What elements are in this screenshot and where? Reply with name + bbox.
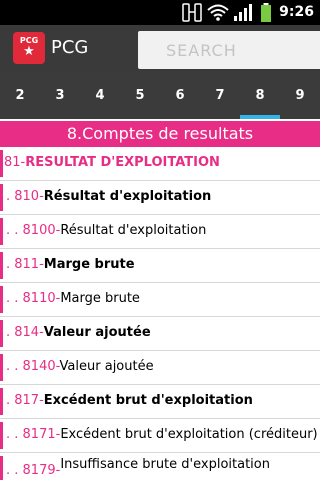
- tab-5[interactable]: 5: [120, 71, 160, 119]
- tab-3[interactable]: 3: [40, 71, 80, 119]
- account-title: RESULTAT D'EXPLOITATION: [25, 155, 220, 170]
- tab-4[interactable]: 4: [80, 71, 120, 119]
- account-title: Excédent brut d'exploitation: [43, 393, 253, 408]
- signal-icon: [234, 4, 252, 21]
- tab-2[interactable]: 2: [0, 71, 40, 119]
- account-prefix: . .: [6, 463, 23, 478]
- class-tabs: 2 3 4 5 6 7 8 9: [0, 71, 320, 119]
- list-item[interactable]: . 817-Excédent brut d'exploitation: [0, 385, 320, 419]
- list-item-text: . . 8171-Excédent brut d'exploitation (c…: [6, 427, 318, 442]
- list-item-text: . . 8110-Marge brute: [6, 291, 140, 306]
- account-code: 8171-: [22, 427, 61, 442]
- account-prefix: . .: [6, 427, 23, 442]
- account-code: 817-: [14, 393, 44, 408]
- battery-icon: [261, 3, 271, 22]
- status-bar: 9:26: [0, 0, 320, 25]
- list-item[interactable]: . . 8140-Valeur ajoutée: [0, 351, 320, 385]
- tab-8[interactable]: 8: [240, 71, 280, 119]
- search-input[interactable]: [138, 31, 320, 69]
- account-code: 810-: [14, 189, 44, 204]
- account-code: 814-: [14, 325, 44, 340]
- list-item-text: . 810-Résultat d'exploitation: [6, 189, 211, 204]
- list-item-text: . 811-Marge brute: [6, 257, 135, 272]
- account-prefix: . .: [6, 359, 23, 374]
- app-logo[interactable]: PCG ★: [13, 32, 45, 64]
- account-title: Insuffisance brute d'exploitation: [60, 457, 270, 472]
- status-clock: 9:26: [279, 4, 314, 20]
- tab-7[interactable]: 7: [200, 71, 240, 119]
- list-item-text: 81-RESULTAT D'EXPLOITATION: [4, 155, 220, 170]
- list-item[interactable]: 81-RESULTAT D'EXPLOITATION: [0, 147, 320, 181]
- account-title: Marge brute: [60, 291, 140, 306]
- list-item-text: . . 8140-Valeur ajoutée: [6, 359, 154, 374]
- account-title: Valeur ajoutée: [59, 359, 154, 374]
- list-item-text: . . 8179-Insuffisance brute d'exploitati…: [6, 457, 270, 478]
- account-code: 8110-: [22, 291, 61, 306]
- account-code: 81-: [4, 155, 26, 170]
- list-item[interactable]: . 814-Valeur ajoutée: [0, 317, 320, 351]
- tab-9[interactable]: 9: [280, 71, 320, 119]
- list-item[interactable]: . 810-Résultat d'exploitation: [0, 181, 320, 215]
- list-item-text: . 817-Excédent brut d'exploitation: [6, 393, 253, 408]
- section-title: 8.Comptes de resultats: [0, 121, 320, 147]
- list-item-text: . . 8100-Résultat d'exploitation: [6, 223, 206, 238]
- account-code: 8179-: [22, 463, 61, 478]
- app-title: PCG: [51, 37, 89, 58]
- star-icon: ★: [23, 44, 35, 59]
- list-item[interactable]: . . 8171-Excédent brut d'exploitation (c…: [0, 419, 320, 453]
- list-item-text: . 814-Valeur ajoutée: [6, 325, 151, 340]
- account-title: Valeur ajoutée: [43, 325, 151, 340]
- action-bar: PCG ★ PCG: [0, 25, 320, 71]
- list-item[interactable]: . . 8110-Marge brute: [0, 283, 320, 317]
- account-list: 81-RESULTAT D'EXPLOITATION . 810-Résulta…: [0, 147, 320, 480]
- account-code: 8100-: [22, 223, 61, 238]
- nfc-icon: [182, 3, 202, 22]
- account-prefix: . .: [6, 291, 23, 306]
- list-item[interactable]: . 811-Marge brute: [0, 249, 320, 283]
- tab-6[interactable]: 6: [160, 71, 200, 119]
- wifi-icon: [207, 4, 229, 21]
- account-title: Excédent brut d'exploitation (créditeur): [60, 427, 318, 442]
- account-code: 8140-: [22, 359, 60, 374]
- list-item[interactable]: . . 8179-Insuffisance brute d'exploitati…: [0, 453, 320, 480]
- search-box[interactable]: [138, 31, 320, 69]
- account-prefix: . .: [6, 223, 23, 238]
- account-title: Marge brute: [43, 257, 135, 272]
- account-title: Résultat d'exploitation: [43, 189, 212, 204]
- account-code: 811-: [14, 257, 44, 272]
- account-title: Résultat d'exploitation: [60, 223, 207, 238]
- list-item[interactable]: . . 8100-Résultat d'exploitation: [0, 215, 320, 249]
